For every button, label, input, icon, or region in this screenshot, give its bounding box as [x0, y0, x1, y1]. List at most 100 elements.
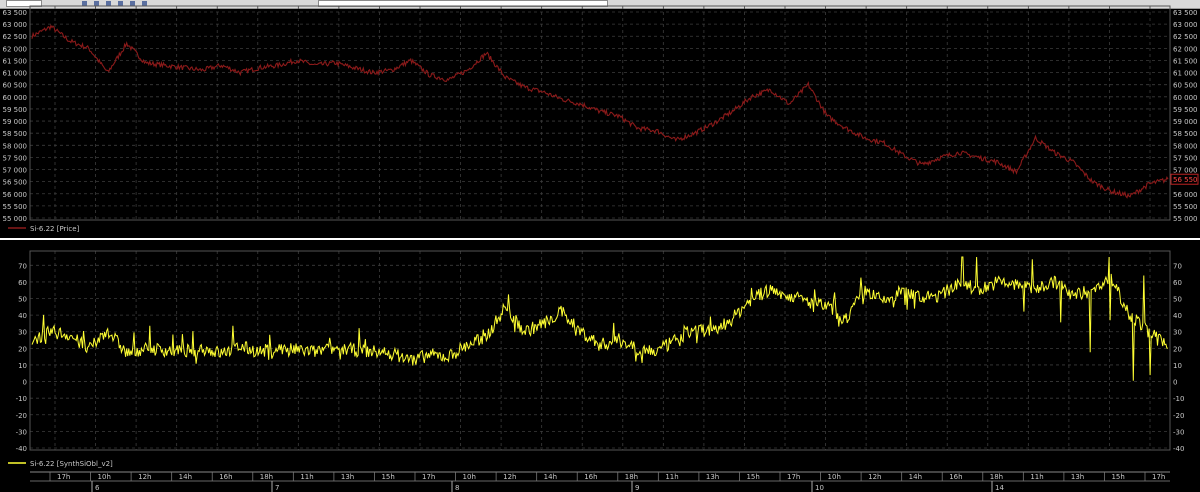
y-tick-label-right: -40: [1173, 445, 1184, 453]
y-tick-label-right: 60: [1173, 279, 1182, 287]
y-tick-label-left: 59 000: [3, 118, 28, 126]
y-tick-label-left: 62 000: [3, 45, 28, 53]
y-tick-label-left: 56 500: [3, 179, 28, 187]
hour-label: 16h: [584, 473, 597, 481]
y-tick-label-left: 56 000: [3, 191, 28, 199]
y-tick-label-right: 62 500: [1173, 33, 1198, 41]
indicator-y-ticks: 70 70 60 60 50 50 40 40 30 30 20 20 10 10 0 0 -10 -10 -20 -…: [16, 262, 1185, 453]
chart-canvas: 63 500 63 500 63 000 63 000 62 500 62 500 62 0…: [0, 5, 1200, 492]
y-tick-label-left: 57 500: [3, 154, 28, 162]
hour-label: 17h: [57, 473, 70, 481]
hour-label: 15h: [746, 473, 759, 481]
hour-label: 12h: [503, 473, 516, 481]
hour-label: 13h: [1071, 473, 1084, 481]
day-label: 9: [635, 484, 639, 492]
y-tick-label-right: 61 000: [1173, 70, 1198, 78]
y-tick-label-right: 57 000: [1173, 167, 1198, 175]
hour-label: 16h: [219, 473, 232, 481]
y-tick-label-left: 61 000: [3, 70, 28, 78]
y-tick-label-right: 50: [1173, 296, 1182, 304]
y-tick-label-right: -20: [1173, 412, 1184, 420]
y-tick-label-left: -30: [16, 428, 27, 436]
y-tick-label-right: 63 000: [1173, 21, 1198, 29]
y-tick-label-left: 59 500: [3, 106, 28, 114]
hour-label: 13h: [341, 473, 354, 481]
day-label: 10: [815, 484, 824, 492]
price-y-ticks: 63 500 63 500 63 000 63 000 62 500 62 500 62 0…: [3, 9, 1198, 223]
y-tick-label-right: 63 500: [1173, 9, 1198, 17]
hour-label: 14h: [544, 473, 557, 481]
hour-label: 10h: [828, 473, 841, 481]
y-tick-label-left: 63 000: [3, 21, 28, 29]
y-tick-label-right: 59 500: [1173, 106, 1198, 114]
y-tick-label-right: 40: [1173, 312, 1182, 320]
y-tick-label-left: 40: [18, 312, 27, 320]
price-legend: Si-6.22 [Price]: [8, 225, 80, 233]
y-tick-label-left: -40: [16, 445, 27, 453]
y-tick-label-left: 62 500: [3, 33, 28, 41]
y-tick-label-right: 62 000: [1173, 45, 1198, 53]
y-tick-label-right: 58 500: [1173, 130, 1198, 138]
indicator-grid: [30, 251, 1170, 450]
last-price-label: 56 550: [1173, 176, 1198, 184]
y-tick-label-right: 60 000: [1173, 94, 1198, 102]
y-tick-label-left: 0: [23, 379, 27, 387]
hour-label: 11h: [1030, 473, 1043, 481]
y-tick-label-right: 20: [1173, 345, 1182, 353]
y-tick-label-left: 63 500: [3, 9, 28, 17]
price-plot-frame: [29, 5, 1171, 221]
y-tick-label-left: 70: [18, 262, 27, 270]
y-tick-label-right: 59 000: [1173, 118, 1198, 126]
y-tick-label-right: 30: [1173, 329, 1182, 337]
y-tick-label-right: 57 500: [1173, 154, 1198, 162]
y-tick-label-right: 70: [1173, 262, 1182, 270]
hour-label: 12h: [138, 473, 151, 481]
y-tick-label-right: 61 500: [1173, 57, 1198, 65]
y-tick-label-left: 61 500: [3, 57, 28, 65]
y-tick-label-left: 60: [18, 279, 27, 287]
hour-label: 17h: [422, 473, 435, 481]
hour-label: 15h: [381, 473, 394, 481]
price-grid: [30, 6, 1170, 220]
hour-label: 14h: [909, 473, 922, 481]
y-tick-label-left: 50: [18, 296, 27, 304]
chart-window: 63 500 63 500 63 000 63 000 62 500 62 500 62 0…: [0, 0, 1200, 492]
hour-label: 17h: [787, 473, 800, 481]
hour-label: 18h: [625, 473, 638, 481]
hour-label: 13h: [706, 473, 719, 481]
hour-label: 10h: [463, 473, 476, 481]
y-tick-label-right: 55 500: [1173, 203, 1198, 211]
day-label: 14: [995, 484, 1004, 492]
y-tick-label-right: 58 000: [1173, 142, 1198, 150]
hour-label: 10h: [98, 473, 111, 481]
legend-label: Si-6.22 [Price]: [30, 225, 80, 233]
y-tick-label-left: 60 500: [3, 82, 28, 90]
hour-label: 12h: [868, 473, 881, 481]
y-tick-label-left: 55 500: [3, 203, 28, 211]
day-label: 6: [95, 484, 100, 492]
y-tick-label-right: 60 500: [1173, 82, 1198, 90]
y-tick-label-left: 57 000: [3, 167, 28, 175]
hour-label: 17h: [1152, 473, 1165, 481]
y-tick-label-left: -20: [16, 412, 27, 420]
day-label: 7: [275, 484, 279, 492]
y-tick-label-left: 20: [18, 345, 27, 353]
y-tick-label-right: 56 000: [1173, 191, 1198, 199]
price-series-line: [31, 24, 1169, 199]
y-tick-label-right: 10: [1173, 362, 1182, 370]
time-axis: 17h 10h 12h 14h 16h 18h 11h 13h 15h 17h 10h 12h 14h 1…: [30, 471, 1170, 492]
y-tick-label-left: 58 000: [3, 142, 28, 150]
day-label: 8: [455, 484, 459, 492]
y-tick-label-left: 55 000: [3, 215, 28, 223]
indicator-series-line: [31, 256, 1169, 381]
y-tick-label-left: -10: [16, 395, 27, 403]
hour-label: 11h: [300, 473, 313, 481]
y-tick-label-left: 60 000: [3, 94, 28, 102]
y-tick-label-right: 0: [1173, 379, 1177, 387]
indicator-plot-frame: [29, 250, 1171, 451]
y-tick-label-right: -30: [1173, 428, 1184, 436]
y-tick-label-right: -10: [1173, 395, 1184, 403]
y-tick-label-right: 55 000: [1173, 215, 1198, 223]
hour-label: 18h: [990, 473, 1003, 481]
indicator-legend: Si-6.22 [SynthSiObl_v2]: [8, 460, 113, 468]
